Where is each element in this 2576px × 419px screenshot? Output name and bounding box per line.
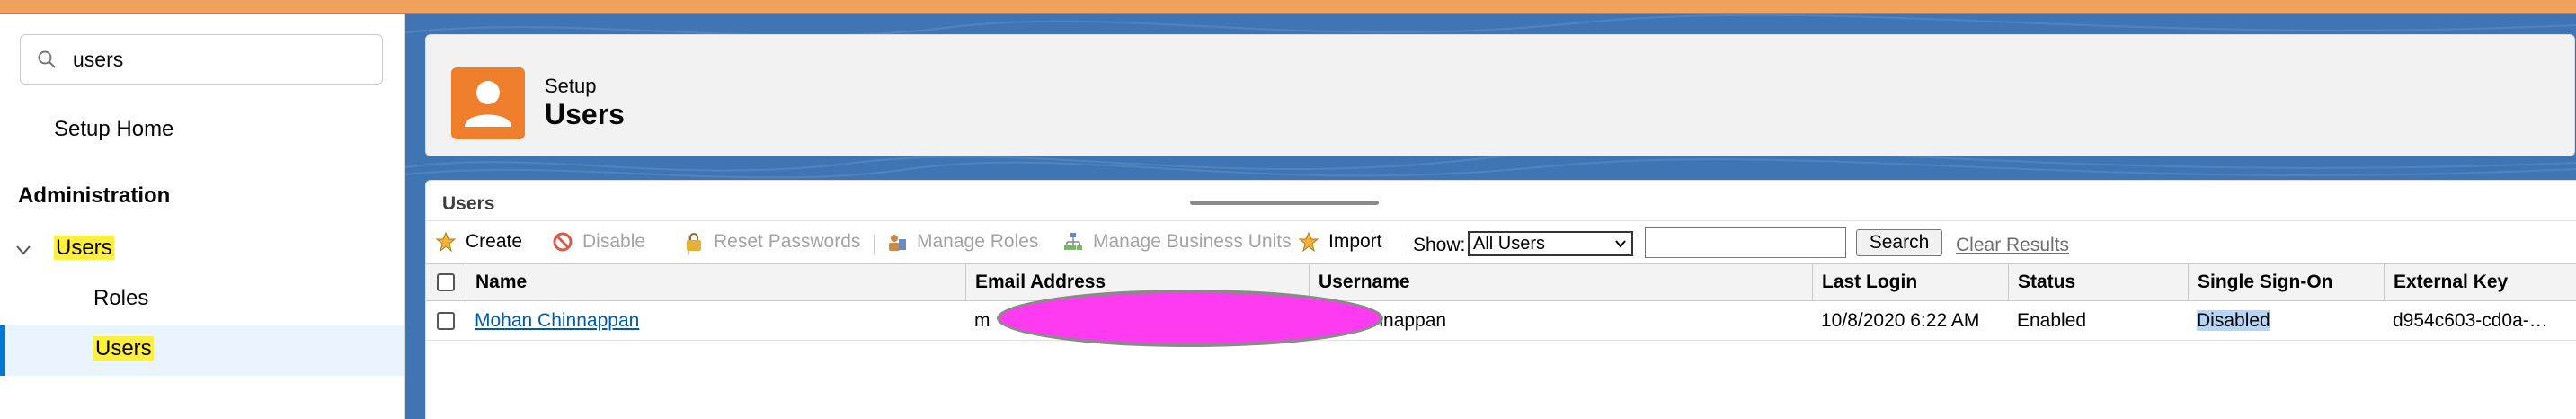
users-group-label: Users <box>54 236 114 260</box>
chevron-down-icon[interactable] <box>14 241 32 259</box>
sso-value: Disabled <box>2197 310 2270 331</box>
quick-find-value: users <box>73 48 124 71</box>
chevron-down-icon <box>1615 240 1626 248</box>
column-header-username[interactable]: Username <box>1309 264 1812 300</box>
column-header-status[interactable]: Status <box>2008 264 2188 300</box>
page-header: Setup Users <box>425 34 2575 156</box>
sidebar-group-users[interactable]: Users <box>54 236 114 261</box>
show-filter-select[interactable]: All Users <box>1468 231 1633 256</box>
show-filter-value: All Users <box>1473 234 1546 254</box>
search-input[interactable] <box>1645 227 1846 258</box>
username-cell: hinnappan <box>1358 310 1447 331</box>
sidebar-item-users[interactable]: Users <box>93 336 154 361</box>
user-name-cell: Mohan Chinnappan <box>466 301 965 341</box>
panel-divider <box>426 220 2576 221</box>
hierarchy-icon <box>1064 233 1082 250</box>
create-label: Create <box>466 231 523 252</box>
sidebar-selected-indicator <box>0 325 5 376</box>
last-login-cell: 10/8/2020 6:22 AM <box>1821 310 1980 331</box>
sidebar-item-users-label: Users <box>93 336 154 361</box>
sso-cell: Disabled <box>2188 301 2384 341</box>
row-checkbox[interactable] <box>437 312 455 330</box>
user-name-link[interactable]: Mohan Chinnappan <box>475 310 639 331</box>
user-icon <box>451 67 525 139</box>
disable-label: Disable <box>582 231 646 252</box>
setup-home-link[interactable]: Setup Home <box>54 117 173 142</box>
search-button[interactable]: Search <box>1856 229 1942 256</box>
disable-button[interactable]: Disable <box>552 231 645 253</box>
search-icon <box>38 50 56 68</box>
column-header-sso[interactable]: Single Sign-On <box>2188 264 2384 300</box>
people-icon <box>889 235 906 251</box>
table-header: Name Email Address Username Last Login S… <box>426 263 2576 301</box>
top-accent-bar <box>0 0 2576 14</box>
sidebar-item-roles[interactable]: Roles <box>93 286 148 311</box>
block-icon <box>553 232 573 252</box>
create-button[interactable]: Create <box>435 231 522 253</box>
column-header-external-key[interactable]: External Key <box>2384 264 2576 300</box>
lock-icon <box>687 233 701 251</box>
select-all-checkbox[interactable] <box>437 273 455 291</box>
manage-roles-label: Manage Roles <box>917 231 1039 252</box>
reset-passwords-label: Reset Passwords <box>714 231 861 252</box>
sidebar-selected-background <box>0 325 404 376</box>
list-toolbar: Create Disable Reset Passwords Manage Ro… <box>426 224 2576 263</box>
main-content: Setup Users Users Create Disable Reset P… <box>405 14 2576 419</box>
external-key-cell: d954c603-cd0a-… <box>2393 310 2548 331</box>
panel-title: Users <box>442 193 495 214</box>
manage-roles-button[interactable]: Manage Roles <box>886 231 1038 253</box>
clear-results-link[interactable]: Clear Results <box>1956 235 2069 256</box>
redaction-overlay <box>997 290 1383 347</box>
import-button[interactable]: Import <box>1298 231 1382 253</box>
reset-passwords-button[interactable]: Reset Passwords <box>683 231 860 253</box>
quick-find-input[interactable]: users <box>20 34 383 85</box>
manage-business-units-button[interactable]: Manage Business Units <box>1062 231 1292 253</box>
table-row: Mohan Chinnappan m hinnappan 10/8/2020 6… <box>426 301 2576 341</box>
status-cell: Enabled <box>2017 310 2087 331</box>
page-title: Users <box>545 98 625 130</box>
toolbar-separator <box>874 235 875 254</box>
resize-handle[interactable] <box>1190 201 1379 205</box>
show-filter-label: Show: <box>1413 235 1466 255</box>
page-kicker: Setup <box>545 75 597 97</box>
import-label: Import <box>1328 231 1382 252</box>
manage-business-units-label: Manage Business Units <box>1093 231 1292 252</box>
administration-heading: Administration <box>18 183 171 208</box>
star-icon <box>1298 231 1319 253</box>
column-header-last-login[interactable]: Last Login <box>1812 264 2008 300</box>
users-list-panel: Users Create Disable Reset Passwords Man… <box>425 180 2576 419</box>
star-icon <box>435 231 457 253</box>
setup-sidebar: users Setup Home Administration Users Ro… <box>0 14 405 419</box>
column-header-name[interactable]: Name <box>466 264 965 300</box>
